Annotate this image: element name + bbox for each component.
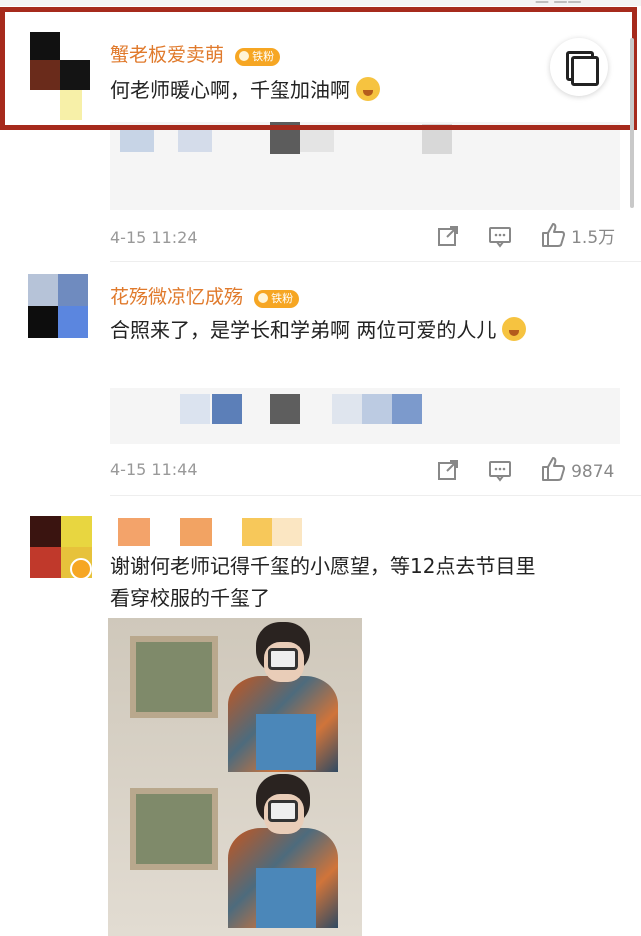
comment-3: 谢谢何老师记得千玺的小愿望，等12点去节目里 看穿校服的千玺了 bbox=[0, 496, 641, 936]
share-button[interactable] bbox=[436, 458, 460, 486]
thumbs-up-icon bbox=[542, 223, 565, 247]
photo-mirror bbox=[130, 788, 218, 870]
comment-text: 谢谢何老师记得千玺的小愿望，等12点去节目里 看穿校服的千玺了 bbox=[110, 550, 535, 614]
timestamp: 4-15 11:24 bbox=[110, 228, 198, 247]
verified-badge-icon bbox=[70, 558, 92, 580]
comment-icon bbox=[489, 227, 511, 248]
quoted-content-card[interactable] bbox=[110, 122, 620, 210]
comment-icon bbox=[489, 461, 511, 482]
username[interactable]: 花殇微凉忆成殇 bbox=[110, 286, 243, 308]
badge-label: 铁粉 bbox=[271, 291, 294, 305]
photo-camera bbox=[268, 648, 298, 670]
photo-overalls bbox=[256, 868, 316, 928]
like-button[interactable]: 9874 bbox=[540, 456, 614, 482]
like-button[interactable]: 1.5万 bbox=[540, 222, 615, 248]
comment-text: 合照来了，是学长和学弟啊 两位可爱的人儿 bbox=[110, 314, 527, 346]
comment-button[interactable] bbox=[488, 224, 512, 252]
comment-2: 花殇微凉忆成殇 铁粉 合照来了，是学长和学弟啊 两位可爱的人儿 4-15 11:… bbox=[0, 262, 641, 496]
comment-button[interactable] bbox=[488, 458, 512, 486]
comment-body: 合照来了，是学长和学弟啊 两位可爱的人儿 bbox=[110, 318, 497, 342]
like-count: 9874 bbox=[571, 462, 615, 482]
like-count: 1.5万 bbox=[571, 228, 616, 248]
username-mosaic[interactable] bbox=[118, 518, 308, 548]
comment-header: 花殇微凉忆成殇 铁粉 bbox=[110, 282, 300, 309]
avatar[interactable] bbox=[22, 274, 88, 340]
photo-overalls bbox=[256, 714, 316, 770]
highlight-box bbox=[0, 7, 637, 130]
scrollbar[interactable] bbox=[630, 38, 634, 208]
share-icon bbox=[438, 226, 458, 246]
comment-body-line2: 看穿校服的千玺了 bbox=[110, 586, 270, 610]
fan-badge: 铁粉 bbox=[254, 289, 300, 308]
share-icon bbox=[438, 460, 458, 480]
timestamp: 4-15 11:44 bbox=[110, 460, 198, 479]
thumbs-up-icon bbox=[542, 457, 565, 481]
quoted-content-card[interactable] bbox=[110, 388, 620, 444]
comment-body-line1: 谢谢何老师记得千玺的小愿望，等12点去节目里 bbox=[110, 554, 536, 578]
copy-icon-front bbox=[571, 56, 599, 86]
photo-mirror bbox=[130, 636, 218, 718]
shy-emoji-icon bbox=[502, 317, 527, 341]
fan-badge-icon bbox=[258, 292, 269, 303]
copy-button[interactable] bbox=[550, 38, 608, 96]
photo-camera bbox=[268, 800, 298, 822]
attached-photo[interactable] bbox=[108, 618, 362, 936]
share-button[interactable] bbox=[436, 224, 460, 252]
